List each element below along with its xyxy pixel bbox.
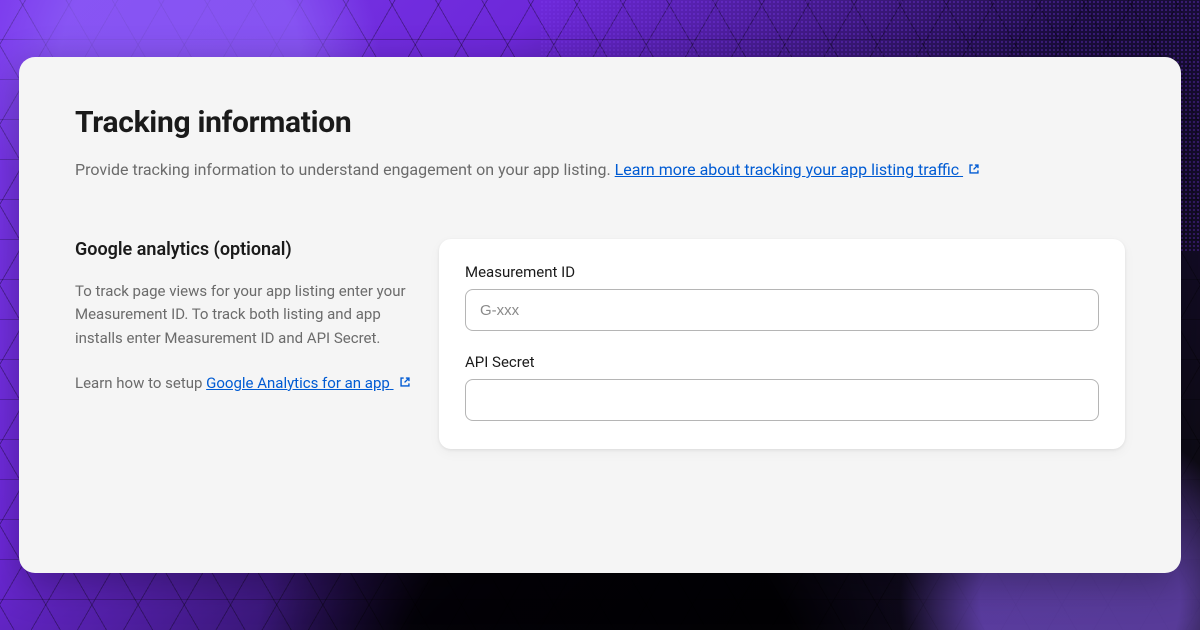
section-help: Learn how to setup Google Analytics for … — [75, 372, 415, 396]
page-title: Tracking information — [75, 105, 1125, 140]
settings-card: Tracking information Provide tracking in… — [19, 57, 1181, 573]
external-link-icon — [398, 373, 412, 396]
learn-more-link-text: Learn more about tracking your app listi… — [615, 160, 959, 179]
ga-setup-link[interactable]: Google Analytics for an app — [206, 374, 411, 392]
section-info-column: Google analytics (optional) To track pag… — [75, 239, 415, 396]
learn-more-link[interactable]: Learn more about tracking your app listi… — [615, 160, 981, 179]
ga-setup-link-text: Google Analytics for an app — [206, 374, 390, 392]
api-secret-field: API Secret — [465, 353, 1099, 421]
api-secret-label: API Secret — [465, 353, 1099, 371]
api-secret-input[interactable] — [465, 379, 1099, 421]
form-card: Measurement ID API Secret — [439, 239, 1125, 449]
section-title: Google analytics (optional) — [75, 239, 415, 260]
subtitle-text: Provide tracking information to understa… — [75, 160, 615, 179]
measurement-id-field: Measurement ID — [465, 263, 1099, 331]
measurement-id-label: Measurement ID — [465, 263, 1099, 281]
section-description: To track page views for your app listing… — [75, 280, 415, 350]
measurement-id-input[interactable] — [465, 289, 1099, 331]
page-subtitle: Provide tracking information to understa… — [75, 158, 1125, 183]
external-link-icon — [967, 159, 981, 183]
content-row: Google analytics (optional) To track pag… — [75, 239, 1125, 449]
help-prefix: Learn how to setup — [75, 374, 206, 392]
